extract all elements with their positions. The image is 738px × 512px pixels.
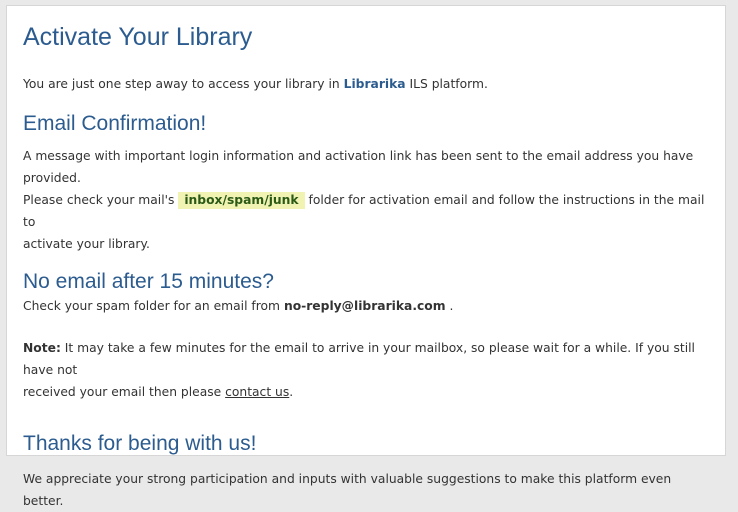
- note-line1: It may take a few minutes for the email …: [23, 341, 695, 377]
- sender-email: no-reply@librarika.com: [283, 299, 446, 313]
- page-title: Activate Your Library: [23, 23, 253, 51]
- email-confirmation-line3: activate your library.: [23, 237, 150, 251]
- email-confirmation-heading: Email Confirmation!: [23, 112, 207, 135]
- thanks-heading: Thanks for being with us!: [23, 432, 257, 455]
- note-label: Note:: [23, 341, 61, 355]
- intro-text-before: You are just one step away to access you…: [23, 77, 344, 91]
- no-email-text-after: .: [445, 299, 454, 313]
- brand-name: Librarika: [343, 77, 406, 91]
- no-email-heading: No email after 15 minutes?: [23, 270, 274, 293]
- contact-us-link[interactable]: contact us: [225, 385, 289, 399]
- note-line2-before: received your email then please: [23, 385, 226, 399]
- intro-text: You are just one step away to access you…: [23, 73, 711, 95]
- no-email-text: Check your spam folder for an email from…: [23, 295, 711, 317]
- inbox-spam-junk-highlight: inbox/spam/junk: [178, 192, 305, 209]
- email-confirmation-line1: A message with important login informati…: [23, 149, 694, 185]
- email-confirmation-text: A message with important login informati…: [23, 145, 711, 255]
- email-confirmation-line2-before: Please check your mail's: [23, 193, 179, 207]
- activation-panel: Activate Your Library You are just one s…: [6, 5, 726, 508]
- thanks-text: We appreciate your strong participation …: [23, 472, 672, 508]
- note-line2-after: .: [289, 385, 294, 399]
- note-text: Note: It may take a few minutes for the …: [23, 337, 711, 403]
- intro-text-after: ILS platform.: [405, 77, 488, 91]
- no-email-text-before: Check your spam folder for an email from: [23, 299, 284, 313]
